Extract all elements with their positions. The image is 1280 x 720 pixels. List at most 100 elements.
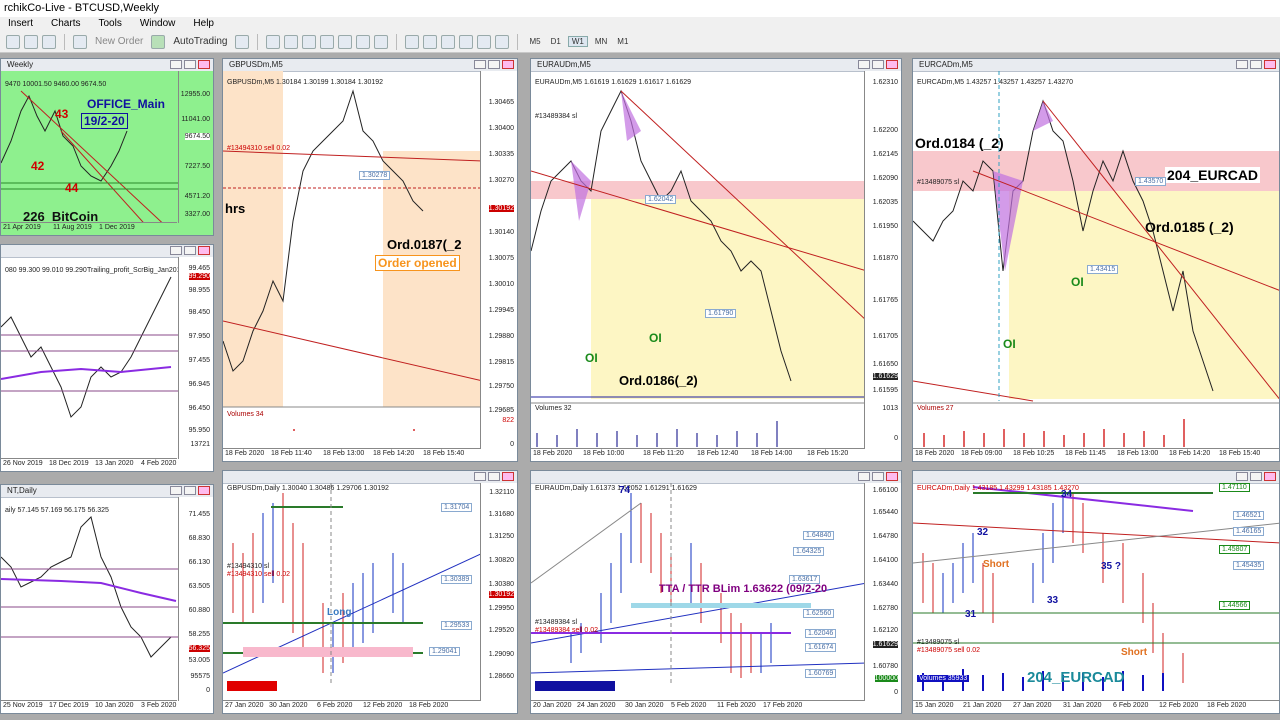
chart-window-eurcad-m5[interactable]: EURCADm,M5 EURCADm,M5 1.43257 1.43257 1.… (912, 58, 1280, 462)
y-tick: 1.61870 (872, 255, 898, 262)
toolbar-divider (257, 33, 259, 50)
short-label: Short (983, 559, 1010, 570)
zoom-in-icon[interactable] (266, 34, 281, 49)
chart-window-btc-weekly[interactable]: Weekly 9470 10001.50 9460.00 9674.50 OFF… (0, 58, 214, 236)
minimize-icon[interactable] (1236, 60, 1248, 69)
maximize-icon[interactable] (872, 472, 884, 481)
time-axis: 18 Feb 2020 18 Feb 09:00 18 Feb 10:25 18… (913, 448, 1279, 461)
y-tick: 11041.00 (181, 116, 210, 123)
chart-window-left-mid[interactable]: 080 99.300 99.010 99.290 Trailing_profit… (0, 244, 214, 472)
chart-window-gbpusd-m5[interactable]: GBPUSDm,M5 GBPUSDm,M5 1.30184 1.30199 1.… (222, 58, 518, 462)
chart-plot-area[interactable]: EURCADm,M5 1.43257 1.43257 1.43257 1.432… (913, 71, 1279, 461)
y-tick: 1.66100 (872, 487, 898, 494)
maximize-icon[interactable] (488, 60, 500, 69)
text-tool-icon[interactable] (495, 34, 510, 49)
chart-props-icon[interactable] (235, 34, 250, 49)
channel-icon[interactable] (477, 34, 492, 49)
timeframe-w1[interactable]: W1 (567, 36, 588, 47)
y-tick: 1.61629 (872, 641, 898, 648)
minimize-icon[interactable] (170, 60, 182, 69)
x-tick: 18 Feb 11:20 (643, 450, 684, 457)
price-level-box: 1.62042 (645, 195, 677, 204)
close-icon[interactable] (886, 472, 898, 481)
timeframe-m5[interactable]: M5 (526, 37, 543, 46)
trendline-icon[interactable] (459, 34, 474, 49)
maximize-icon[interactable] (488, 472, 500, 481)
vline-icon[interactable] (423, 34, 438, 49)
demand-zone (243, 647, 413, 657)
close-icon[interactable] (198, 486, 210, 495)
chart-window-gbpusd-d1[interactable]: GBPUSDm,Daily 1.30040 1.30486 1.29706 1.… (222, 470, 518, 714)
chart-plot-area[interactable]: GBPUSDm,Daily 1.30040 1.30486 1.29706 1.… (223, 483, 517, 713)
minimize-icon[interactable] (858, 60, 870, 69)
chart-plot-area[interactable]: EURAUDm,M5 1.61619 1.61629 1.61617 1.616… (531, 71, 901, 461)
price-level-box: 1.63617 (789, 575, 821, 584)
chart-plot-area[interactable]: EURCADm,Daily 1.43185 1.43299 1.43185 1.… (913, 483, 1279, 713)
x-tick: 30 Jan 2020 (625, 702, 664, 709)
timeframe-m1[interactable]: M1 (614, 37, 631, 46)
chart-window-eurcad-d1[interactable]: EURCADm,Daily 1.43185 1.43299 1.43185 1.… (912, 470, 1280, 714)
close-icon[interactable] (502, 472, 514, 481)
chart-plot-area[interactable]: 080 99.300 99.010 99.290 Trailing_profit… (1, 257, 213, 471)
y-tick: 1.30335 (488, 151, 514, 158)
menu-help[interactable]: Help (193, 17, 214, 31)
periods-icon[interactable] (374, 34, 389, 49)
timeframe-mn[interactable]: MN (592, 37, 610, 46)
chart-plot-area[interactable]: aily 57.145 57.169 56.175 56.325 71.455 … (1, 497, 213, 713)
trendline (620, 90, 867, 322)
hline-icon[interactable] (441, 34, 456, 49)
y-tick: 63.505 (188, 583, 210, 590)
shift-icon[interactable] (338, 34, 353, 49)
zoom-icon[interactable] (42, 34, 56, 49)
cursor-icon[interactable] (405, 34, 420, 49)
close-icon[interactable] (886, 60, 898, 69)
minimize-icon[interactable] (474, 472, 486, 481)
y-tick: 95.950 (188, 427, 210, 434)
minimize-icon[interactable] (858, 472, 870, 481)
maximize-icon[interactable] (184, 60, 196, 69)
close-icon[interactable] (1264, 60, 1276, 69)
crosshair-icon[interactable] (6, 34, 20, 49)
close-icon[interactable] (502, 60, 514, 69)
close-icon[interactable] (198, 60, 210, 69)
y-tick: 1.61595 (872, 387, 898, 394)
chart-window-euraud-d1[interactable]: EURAUDm,Daily 1.61373 1.62052 1.61291 1.… (530, 470, 902, 714)
menu-insert[interactable]: Insert (8, 17, 33, 31)
ohlc-readout: GBPUSDm,Daily 1.30040 1.30486 1.29706 1.… (227, 485, 389, 492)
chart-plot-area[interactable]: 9470 10001.50 9460.00 9674.50 OFFICE_Mai… (1, 71, 213, 235)
minimize-icon[interactable] (170, 486, 182, 495)
maximize-icon[interactable] (184, 486, 196, 495)
y-tick: 1.64780 (872, 533, 898, 540)
chart-window-euraud-m5[interactable]: EURAUDm,M5 EURAUDm,M5 1.61619 1.61629 1.… (530, 58, 902, 462)
chart-plot-area[interactable]: EURAUDm,Daily 1.61373 1.62052 1.61291 1.… (531, 483, 901, 713)
timeframe-d1[interactable]: D1 (548, 37, 564, 46)
autotrading-button[interactable]: AutoTrading (173, 36, 227, 47)
ticket-label: #13489384 sl (535, 113, 578, 120)
price-level-box: 1.62046 (805, 629, 837, 638)
x-tick: 13 Jan 2020 (95, 460, 134, 467)
minimize-icon[interactable] (474, 60, 486, 69)
zoom-out-icon[interactable] (284, 34, 299, 49)
chart-window-left-bot[interactable]: NT,Daily aily 57.145 57.169 56.175 56.32… (0, 484, 214, 714)
maximize-icon[interactable] (1250, 472, 1262, 481)
scroll-icon[interactable] (320, 34, 335, 49)
minimize-icon[interactable] (170, 246, 182, 255)
menu-tools[interactable]: Tools (98, 17, 121, 31)
maximize-icon[interactable] (872, 60, 884, 69)
new-order-button[interactable]: New Order (95, 36, 143, 47)
tile-icon[interactable] (302, 34, 317, 49)
chart-plot-area[interactable]: GBPUSDm,M5 1.30184 1.30199 1.30184 1.301… (223, 71, 517, 461)
menu-charts[interactable]: Charts (51, 17, 80, 31)
indicators-icon[interactable] (356, 34, 371, 49)
trendline (531, 502, 642, 584)
moving-average (1, 366, 172, 380)
minimize-icon[interactable] (1236, 472, 1248, 481)
folder-icon[interactable] (24, 34, 38, 49)
close-icon[interactable] (198, 246, 210, 255)
maximize-icon[interactable] (184, 246, 196, 255)
order-sell-label: #13489075 sell 0.02 (917, 647, 981, 654)
menu-window[interactable]: Window (140, 17, 176, 31)
maximize-icon[interactable] (1250, 60, 1262, 69)
y-tick: 1.32110 (489, 489, 514, 496)
close-icon[interactable] (1264, 472, 1276, 481)
